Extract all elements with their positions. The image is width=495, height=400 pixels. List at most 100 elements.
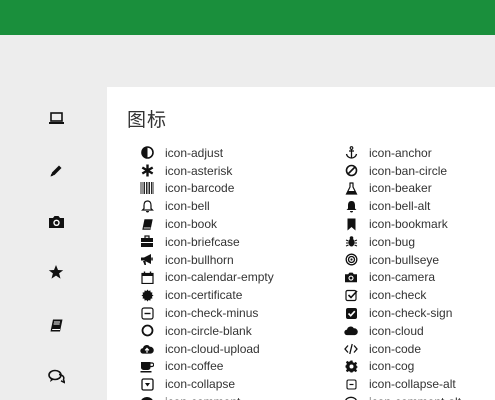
cloud-upload-icon — [140, 342, 154, 356]
calendar-empty-icon — [140, 270, 154, 284]
icon-label: icon-barcode — [165, 181, 235, 196]
list-item[interactable]: icon-comment-alt — [344, 393, 461, 400]
cloud-icon — [344, 324, 358, 338]
bell-alt-icon — [344, 199, 358, 213]
certificate-icon — [140, 288, 154, 302]
list-item[interactable]: icon-barcode — [140, 180, 274, 198]
camera-icon[interactable] — [47, 212, 65, 230]
book-icon — [140, 217, 154, 231]
icon-label: icon-ban-circle — [369, 163, 448, 178]
pencil-icon[interactable] — [47, 162, 65, 180]
icon-label: icon-bell-alt — [369, 199, 431, 214]
list-item[interactable]: icon-adjust — [140, 144, 274, 162]
icon-label: icon-asterisk — [165, 163, 233, 178]
icon-label: icon-collapse-alt — [369, 377, 456, 392]
icon-label: icon-bullhorn — [165, 252, 234, 267]
list-item[interactable]: icon-bullhorn — [140, 251, 274, 269]
check-minus-icon — [140, 306, 154, 320]
list-item[interactable]: icon-certificate — [140, 286, 274, 304]
list-item[interactable]: icon-bullseye — [344, 251, 461, 269]
icon-label: icon-cloud — [369, 323, 424, 338]
list-item[interactable]: icon-book — [140, 215, 274, 233]
list-item[interactable]: icon-code — [344, 340, 461, 358]
icon-label: icon-check-sign — [369, 306, 453, 321]
list-item[interactable]: icon-cloud-upload — [140, 340, 274, 358]
icon-label: icon-check-minus — [165, 306, 259, 321]
list-item[interactable]: icon-calendar-empty — [140, 269, 274, 287]
icon-label: icon-code — [369, 341, 422, 356]
list-item[interactable]: icon-beaker — [344, 180, 461, 198]
check-sign-icon — [344, 306, 358, 320]
icon-label: icon-bookmark — [369, 217, 448, 232]
icon-label: icon-comment — [165, 395, 240, 400]
list-item[interactable]: icon-collapse — [140, 375, 274, 393]
icon-label: icon-check — [369, 288, 427, 303]
icon-label: icon-coffee — [165, 359, 224, 374]
bell-icon — [140, 199, 154, 213]
asterisk-icon — [140, 164, 154, 178]
circle-blank-icon — [140, 324, 154, 338]
ban-circle-icon — [344, 164, 358, 178]
comments-icon[interactable] — [47, 367, 65, 385]
top-bar — [0, 0, 495, 35]
list-item[interactable]: icon-check-sign — [344, 304, 461, 322]
barcode-icon — [140, 181, 154, 195]
list-item[interactable]: icon-cog — [344, 358, 461, 376]
collapse-icon — [140, 377, 154, 391]
icon-label: icon-beaker — [369, 181, 432, 196]
icon-label: icon-camera — [369, 270, 436, 285]
list-item[interactable]: icon-bookmark — [344, 215, 461, 233]
list-item[interactable]: icon-camera — [344, 269, 461, 287]
list-item[interactable]: icon-collapse-alt — [344, 375, 461, 393]
bookmark-icon — [344, 217, 358, 231]
coffee-icon — [140, 359, 154, 373]
icon-column-left: icon-adjust icon-asterisk icon-barcode i… — [140, 144, 274, 400]
icon-label: icon-book — [165, 217, 218, 232]
icon-label: icon-anchor — [369, 145, 432, 160]
laptop-icon[interactable] — [47, 109, 65, 127]
check-icon — [344, 288, 358, 302]
bullseye-icon — [344, 253, 358, 267]
list-item[interactable]: icon-cloud — [344, 322, 461, 340]
list-item[interactable]: icon-briefcase — [140, 233, 274, 251]
icon-label: icon-comment-alt — [369, 395, 461, 400]
icon-label: icon-cloud-upload — [165, 341, 260, 356]
list-item[interactable]: icon-anchor — [344, 144, 461, 162]
list-item[interactable]: icon-bell-alt — [344, 197, 461, 215]
icon-label: icon-calendar-empty — [165, 270, 274, 285]
bug-icon — [344, 235, 358, 249]
list-item[interactable]: icon-circle-blank — [140, 322, 274, 340]
list-item[interactable]: icon-check — [344, 286, 461, 304]
icon-label: icon-cog — [369, 359, 415, 374]
icon-label: icon-briefcase — [165, 234, 240, 249]
list-item[interactable]: icon-ban-circle — [344, 162, 461, 180]
anchor-icon — [344, 146, 358, 160]
icon-label: icon-bell — [165, 199, 210, 214]
icon-label: icon-circle-blank — [165, 323, 252, 338]
panel-title: 图标 — [127, 109, 168, 131]
list-item[interactable]: icon-bug — [344, 233, 461, 251]
list-item[interactable]: icon-bell — [140, 197, 274, 215]
code-icon — [344, 342, 358, 356]
list-item[interactable]: icon-asterisk — [140, 162, 274, 180]
icon-label: icon-adjust — [165, 145, 224, 160]
list-item[interactable]: icon-check-minus — [140, 304, 274, 322]
book-icon[interactable] — [47, 316, 65, 334]
comment-icon — [140, 395, 154, 400]
icon-label: icon-certificate — [165, 288, 243, 303]
icon-label: icon-bug — [369, 234, 416, 249]
collapse-alt-icon — [344, 377, 358, 391]
camera-icon — [344, 270, 358, 284]
icon-list-panel: 图标 icon-adjust icon-asterisk icon-barcod… — [107, 87, 495, 400]
adjust-icon — [140, 146, 154, 160]
list-item[interactable]: icon-comment — [140, 393, 274, 400]
icon-column-right: icon-anchor icon-ban-circle icon-beaker … — [344, 144, 461, 400]
beaker-icon — [344, 181, 358, 195]
icon-label: icon-bullseye — [369, 252, 440, 267]
star-icon[interactable] — [47, 263, 65, 281]
bullhorn-icon — [140, 253, 154, 267]
cog-icon — [344, 359, 358, 373]
list-item[interactable]: icon-coffee — [140, 358, 274, 376]
icon-label: icon-collapse — [165, 377, 236, 392]
comment-alt-icon — [344, 395, 358, 400]
